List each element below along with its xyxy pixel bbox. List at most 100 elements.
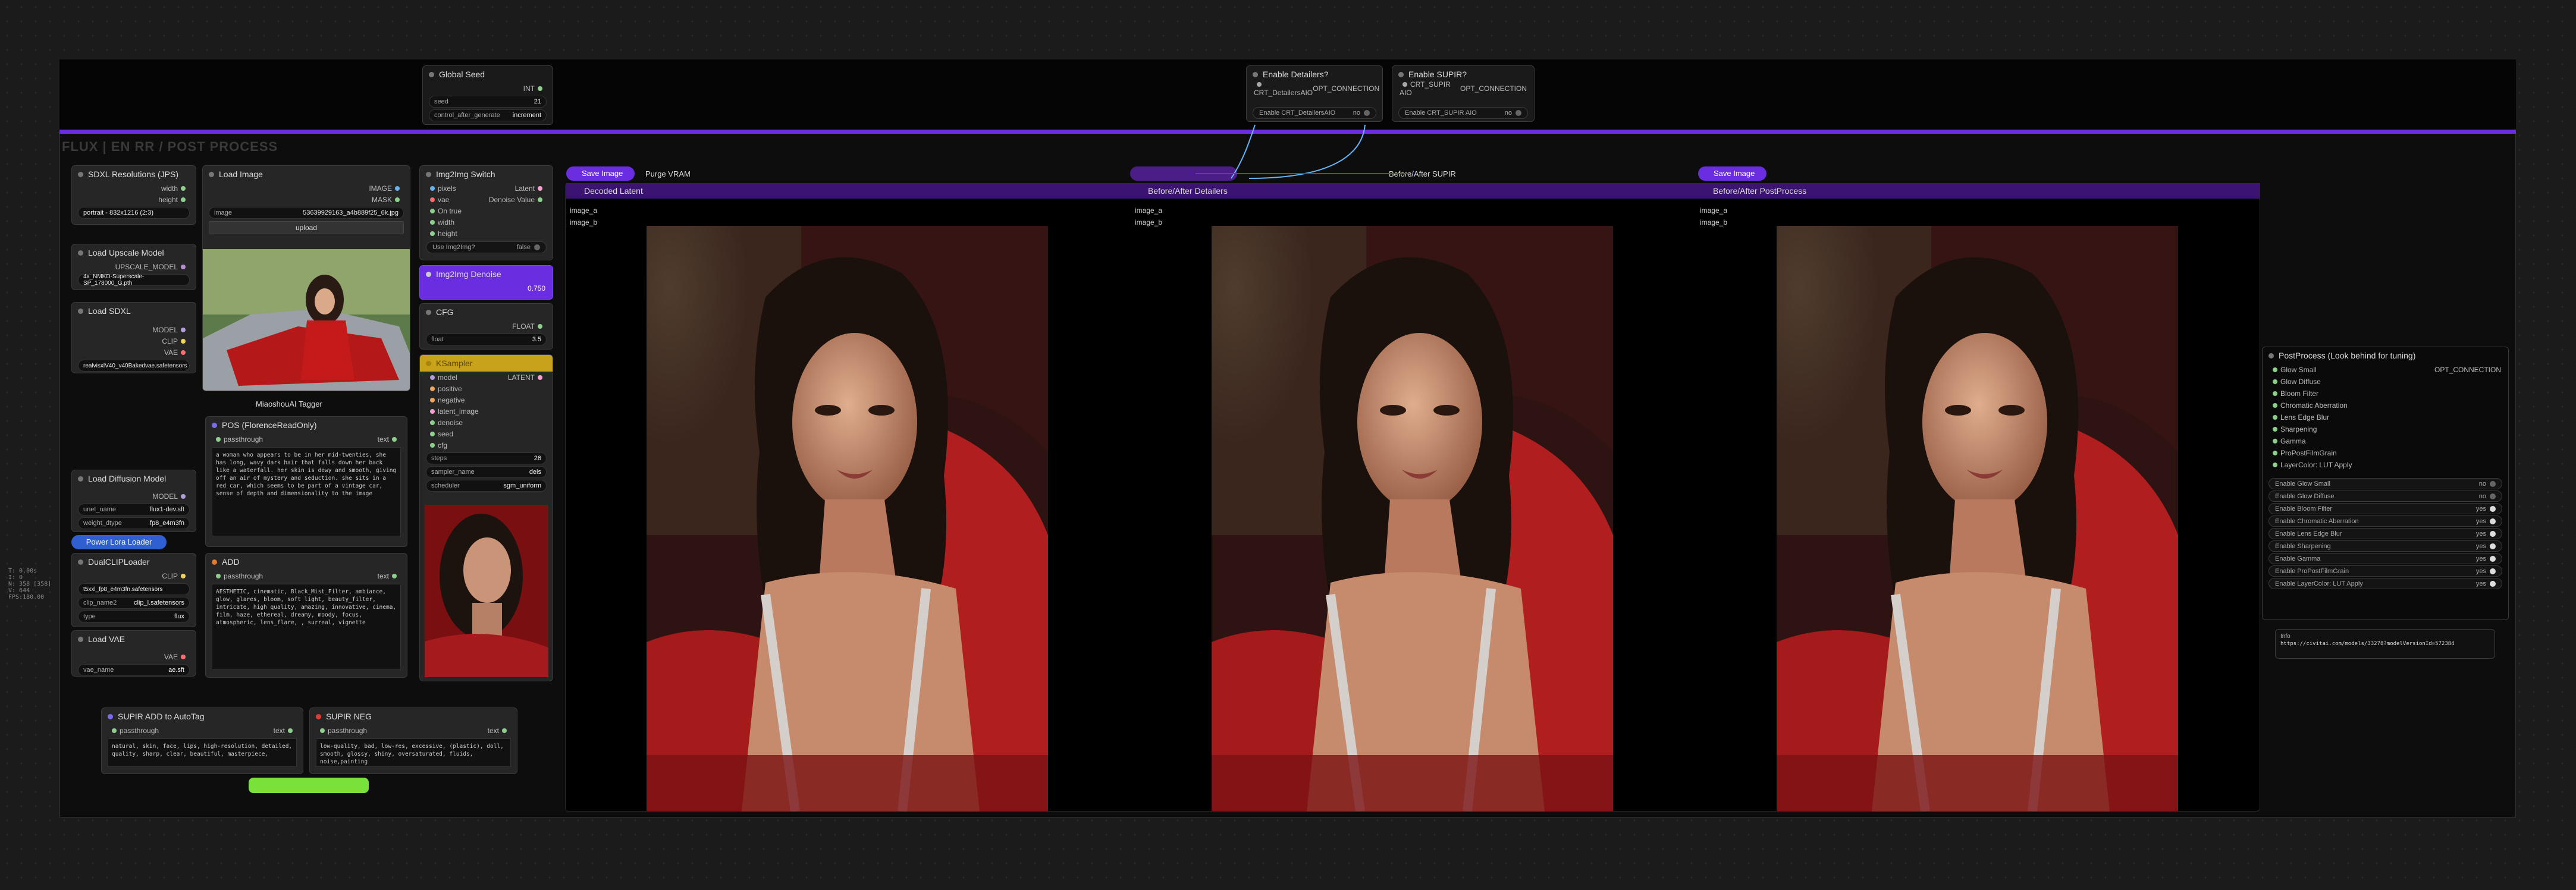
pos-prompt-node[interactable]: POS (FlorenceReadOnly) passthrough text a… <box>205 416 407 547</box>
save-image-node-2[interactable]: Save Image <box>1698 166 1767 181</box>
cfg-node[interactable]: CFG FLOAT float 3.5 <box>419 303 553 350</box>
output-socket[interactable] <box>502 728 507 733</box>
collapse-dot-icon[interactable] <box>1398 71 1404 77</box>
input-socket[interactable] <box>430 197 435 202</box>
load-diffusion-model-node[interactable]: Load Diffusion Model MODEL unet_name flux… <box>71 470 196 532</box>
clip-name1-widget[interactable]: t5xxl_fp8_e4m3fn.safetensors <box>78 583 190 595</box>
clip-name2-widget[interactable]: clip_name2 clip_l.safetensors <box>78 597 190 609</box>
collapsed-green-node[interactable] <box>249 778 369 793</box>
input-socket[interactable] <box>430 397 435 402</box>
output-socket[interactable] <box>181 573 186 578</box>
input-socket[interactable] <box>430 219 435 225</box>
before-after-postprocess-image[interactable] <box>1777 226 2178 812</box>
output-socket[interactable] <box>395 185 400 191</box>
output-socket[interactable] <box>392 436 397 442</box>
input-socket[interactable] <box>2273 439 2277 444</box>
sdxl-resolutions-node[interactable]: SDXL Resolutions (JPS) width height port… <box>71 165 196 225</box>
seed-widget[interactable]: seed 21 <box>429 96 547 108</box>
supir-toggle[interactable]: Enable CRT_SUPIR AIO no <box>1398 107 1528 119</box>
power-lora-loader-node[interactable]: Power Lora Loader <box>71 535 167 549</box>
detailers-toggle[interactable]: Enable CRT_DetailersAIO no <box>1253 107 1376 119</box>
ksampler-node[interactable]: KSampler model LATENT positive negative l… <box>419 354 553 681</box>
input-socket[interactable] <box>430 431 435 436</box>
collapse-dot-icon[interactable] <box>78 559 83 565</box>
input-socket[interactable] <box>430 185 435 191</box>
cfg-float-widget[interactable]: float 3.5 <box>426 334 547 345</box>
global-seed-node[interactable]: Global Seed INT seed 21 control_after_gen… <box>422 65 553 125</box>
before-after-detailers-image[interactable] <box>1212 226 1613 812</box>
input-socket[interactable] <box>1402 81 1407 87</box>
supir-add-node[interactable]: SUPIR ADD to AutoTag passthrough text nat… <box>101 707 303 774</box>
vae-name-widget[interactable]: vae_name ae.sft <box>78 664 190 676</box>
scheduler-widget[interactable]: scheduler sgm_uniform <box>426 480 547 492</box>
input-socket[interactable] <box>430 442 435 448</box>
collapse-dot-icon[interactable] <box>426 171 431 177</box>
sampler-name-widget[interactable]: sampler_name deis <box>426 466 547 478</box>
decoded-latent-image[interactable] <box>647 226 1048 812</box>
output-socket[interactable] <box>181 350 186 355</box>
before-after-postprocess-header[interactable]: Before/After PostProcess <box>1695 183 2260 199</box>
toggle-film-grain[interactable]: Enable ProPostFilmGrain yes <box>2268 565 2502 577</box>
supir-neg-text[interactable]: low-quality, bad, low-res, excessive, (p… <box>316 738 511 767</box>
collapse-dot-icon[interactable] <box>78 250 83 256</box>
output-socket[interactable] <box>181 338 186 344</box>
collapse-dot-icon[interactable] <box>78 636 83 642</box>
input-socket[interactable] <box>112 728 117 733</box>
control-after-generate-widget[interactable]: control_after_generate increment <box>429 109 547 121</box>
toggle-lut-apply[interactable]: Enable LayerColor: LUT Apply yes <box>2268 578 2502 589</box>
add-prompt-node[interactable]: ADD passthrough text AESTHETIC, cinematic… <box>205 553 407 678</box>
upload-button[interactable]: upload <box>209 221 404 234</box>
decoded-latent-header[interactable]: Decoded Latent <box>566 183 1130 199</box>
output-socket[interactable] <box>181 185 186 191</box>
input-socket[interactable] <box>216 573 221 578</box>
input-socket[interactable] <box>2273 367 2277 372</box>
input-socket[interactable] <box>430 231 435 236</box>
input-socket[interactable] <box>2273 391 2277 396</box>
input-socket[interactable] <box>2273 427 2277 432</box>
enable-supir-node[interactable]: Enable SUPIR? CRT_SUPIR AIO OPT_CONNECTIO… <box>1392 65 1535 122</box>
toggle-sharpening[interactable]: Enable Sharpening yes <box>2268 540 2502 552</box>
collapse-dot-icon[interactable] <box>1253 71 1258 77</box>
input-socket[interactable] <box>216 436 221 442</box>
toggle-gamma[interactable]: Enable Gamma yes <box>2268 553 2502 564</box>
dualcliploader-node[interactable]: DualCLIPLoader CLIP t5xxl_fp8_e4m3fn.saf… <box>71 553 196 627</box>
save-image-node-1[interactable]: Save Image <box>566 166 635 181</box>
output-socket[interactable] <box>538 185 542 191</box>
supir-neg-node[interactable]: SUPIR NEG passthrough text low-quality, b… <box>309 707 517 774</box>
img2img-denoise-node[interactable]: Img2Img Denoise 0.750 <box>419 265 553 300</box>
pos-prompt-text[interactable]: a woman who appears to be in her mid-twe… <box>212 447 401 536</box>
output-socket[interactable] <box>181 264 186 269</box>
input-socket[interactable] <box>430 375 435 380</box>
load-vae-node[interactable]: Load VAE VAE vae_name ae.sft <box>71 630 196 677</box>
miaoshouai-tagger-node[interactable]: MiaoshouAI Tagger <box>256 400 322 408</box>
steps-widget[interactable]: steps 26 <box>426 452 547 464</box>
input-socket[interactable] <box>2273 379 2277 384</box>
toggle-glow-small[interactable]: Enable Glow Small no <box>2268 478 2502 489</box>
load-upscale-model-node[interactable]: Load Upscale Model UPSCALE_MODEL 4x_NMKD… <box>71 244 196 290</box>
use-img2img-toggle[interactable]: Use Img2Img? false <box>426 241 547 253</box>
input-socket[interactable] <box>1257 81 1262 87</box>
enable-detailers-node[interactable]: Enable Detailers? CRT_DetailersAIO OPT_CO… <box>1246 65 1383 122</box>
weight-dtype-widget[interactable]: weight_dtype fp8_e4m3fn <box>78 517 190 529</box>
output-socket[interactable] <box>395 197 400 202</box>
collapse-dot-icon[interactable] <box>78 476 83 482</box>
image-file-select[interactable]: image 53639929163_a4b889f25_6k.jpg <box>209 207 404 219</box>
collapse-dot-icon[interactable] <box>426 360 431 366</box>
output-socket[interactable] <box>181 327 186 332</box>
unet-name-widget[interactable]: unet_name flux1-dev.sft <box>78 504 190 515</box>
input-socket[interactable] <box>430 386 435 391</box>
output-socket[interactable] <box>181 493 186 499</box>
output-socket[interactable] <box>392 573 397 578</box>
info-url[interactable]: https://civitai.com/models/33278?modelVe… <box>2276 641 2495 647</box>
collapse-dot-icon[interactable] <box>426 271 431 277</box>
toggle-bloom-filter[interactable]: Enable Bloom Filter yes <box>2268 503 2502 514</box>
input-socket[interactable] <box>2273 415 2277 420</box>
info-note-node[interactable]: Info https://civitai.com/models/33278?mo… <box>2275 629 2495 659</box>
load-sdxl-node[interactable]: Load SDXL MODEL CLIP VAE realvisxlV40_v4… <box>71 302 196 373</box>
output-socket[interactable] <box>538 197 542 202</box>
img2img-switch-node[interactable]: Img2Img Switch pixels Latent vae Denoise V… <box>419 165 553 260</box>
denoise-value[interactable]: 0.750 <box>528 284 545 293</box>
upscale-model-select[interactable]: 4x_NMKD-Superscale-SP_178000_G.pth <box>78 273 190 287</box>
output-socket[interactable] <box>288 728 293 733</box>
output-socket[interactable] <box>538 375 542 380</box>
